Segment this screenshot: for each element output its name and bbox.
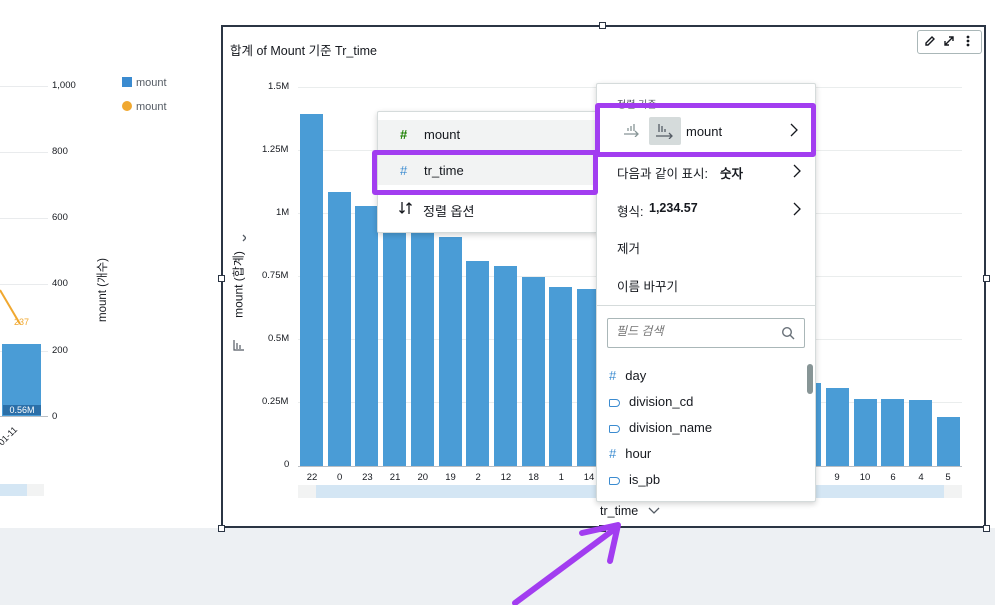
remove-item[interactable]: 제거 bbox=[617, 238, 640, 257]
bar[interactable] bbox=[521, 276, 545, 466]
field-search-input[interactable] bbox=[614, 323, 778, 339]
legend-square-icon bbox=[122, 77, 132, 87]
string-field-icon bbox=[609, 476, 620, 485]
bar-data-label: 0.56M bbox=[3, 405, 41, 415]
right-tick: 0 bbox=[52, 411, 58, 422]
resize-handle[interactable] bbox=[983, 275, 990, 282]
field-list-item[interactable]: is_pb bbox=[609, 472, 799, 487]
bar[interactable] bbox=[300, 113, 323, 466]
highlight-sort-field bbox=[595, 103, 816, 157]
bar[interactable] bbox=[493, 266, 517, 466]
number-field-icon: # bbox=[400, 127, 408, 142]
field-search-box[interactable] bbox=[607, 318, 805, 348]
visual-toolbar bbox=[917, 30, 982, 54]
bar[interactable] bbox=[909, 400, 933, 466]
display-as-item[interactable]: 다음과 같이 표시: 숫자 bbox=[597, 158, 815, 184]
expand-icon[interactable] bbox=[942, 34, 956, 53]
bar[interactable] bbox=[937, 416, 960, 466]
chevron-down-icon[interactable] bbox=[648, 504, 660, 518]
annotation-arrow bbox=[512, 522, 621, 605]
right-axis-title: mount (개수) bbox=[97, 258, 109, 322]
top-strip bbox=[0, 0, 995, 23]
left-chart: 1,000 800 600 400 200 0 mount (개수) 0.56M… bbox=[0, 22, 215, 528]
x-tick-label: 6 bbox=[890, 472, 896, 483]
right-tick: 800 bbox=[52, 146, 68, 157]
x-tick-label: 12 bbox=[500, 472, 512, 483]
x-tick-label: 0 bbox=[337, 472, 343, 483]
number-field-icon: # bbox=[609, 446, 617, 461]
bar[interactable] bbox=[825, 387, 849, 466]
bar[interactable] bbox=[410, 215, 434, 466]
bar[interactable] bbox=[853, 399, 877, 466]
right-tick: 200 bbox=[52, 345, 68, 356]
bar[interactable] bbox=[466, 261, 490, 466]
x-tick-label: 23 bbox=[362, 472, 373, 483]
chevron-right-icon bbox=[793, 164, 801, 181]
field-list-item[interactable]: division_name bbox=[609, 420, 799, 435]
y-tick: 0.75M bbox=[262, 270, 289, 281]
rename-item[interactable]: 이름 바꾸기 bbox=[617, 276, 678, 295]
x-tick-label: 10 bbox=[859, 472, 871, 483]
x-label: -01-11 bbox=[0, 424, 20, 450]
bar[interactable] bbox=[383, 207, 407, 466]
field-list-scrollbar[interactable] bbox=[807, 364, 813, 394]
x-tick-label: 14 bbox=[583, 472, 595, 483]
x-tick-label: 2 bbox=[475, 472, 481, 483]
y-tick: 0.25M bbox=[262, 396, 289, 407]
y-tick: 1M bbox=[276, 207, 290, 218]
x-tick-label: 18 bbox=[528, 472, 539, 483]
resize-handle[interactable] bbox=[599, 22, 606, 29]
x-tick-label: 9 bbox=[834, 472, 840, 483]
string-field-icon bbox=[609, 398, 620, 407]
right-tick: 1,000 bbox=[52, 80, 76, 91]
legend-item[interactable]: mount bbox=[122, 77, 167, 101]
chevron-right-icon bbox=[793, 202, 801, 219]
resize-handle[interactable] bbox=[218, 525, 225, 532]
sort-bars-icon[interactable] bbox=[232, 338, 246, 357]
sort-options-item[interactable]: 정렬 옵션 bbox=[378, 196, 597, 222]
highlight-tr-time bbox=[372, 150, 598, 195]
y-tick: 0 bbox=[284, 459, 290, 470]
x-tick-label: 5 bbox=[945, 472, 951, 483]
x-tick-label: 22 bbox=[306, 472, 318, 483]
y-tick: 1.5M bbox=[268, 81, 290, 92]
field-list-item[interactable]: # day bbox=[609, 368, 799, 383]
bar[interactable] bbox=[327, 191, 351, 466]
number-field-icon: # bbox=[609, 368, 617, 383]
legend-circle-icon bbox=[122, 101, 132, 111]
x-tick-label: 4 bbox=[918, 472, 924, 483]
edit-icon[interactable] bbox=[923, 34, 937, 53]
resize-handle[interactable] bbox=[983, 525, 990, 532]
y-tick: 0.5M bbox=[268, 333, 290, 344]
more-icon[interactable] bbox=[965, 34, 971, 53]
line-data-label: 237 bbox=[14, 317, 30, 327]
left-scrollbar[interactable] bbox=[0, 484, 44, 496]
x-tick-label: 1 bbox=[558, 472, 564, 483]
bar[interactable] bbox=[355, 205, 379, 466]
format-item[interactable]: 형식: 1,234.57 bbox=[597, 196, 815, 222]
x-tick-label: 19 bbox=[445, 472, 456, 483]
bar[interactable] bbox=[881, 399, 905, 466]
legend-item[interactable]: mount bbox=[122, 101, 167, 113]
field-list-item[interactable]: division_cd bbox=[609, 394, 799, 409]
chevron-right-icon[interactable] bbox=[236, 230, 247, 249]
right-tick: 400 bbox=[52, 278, 68, 289]
x-tick-label: 21 bbox=[389, 472, 401, 483]
bar[interactable] bbox=[438, 237, 462, 466]
field-list-item[interactable]: # hour bbox=[609, 446, 799, 461]
sort-menu-item-mount[interactable]: # mount bbox=[378, 120, 597, 150]
string-field-icon bbox=[609, 424, 620, 433]
y-tick: 1.25M bbox=[262, 144, 289, 155]
legend: mount mount bbox=[122, 77, 167, 113]
sort-icon bbox=[398, 200, 414, 219]
search-icon bbox=[781, 326, 795, 345]
resize-handle[interactable] bbox=[218, 275, 225, 282]
bar[interactable] bbox=[549, 286, 573, 466]
right-tick: 600 bbox=[52, 212, 68, 223]
visual-title[interactable]: 합계 of Mount 기준 Tr_time bbox=[230, 40, 377, 59]
x-tick-label: 20 bbox=[417, 472, 429, 483]
